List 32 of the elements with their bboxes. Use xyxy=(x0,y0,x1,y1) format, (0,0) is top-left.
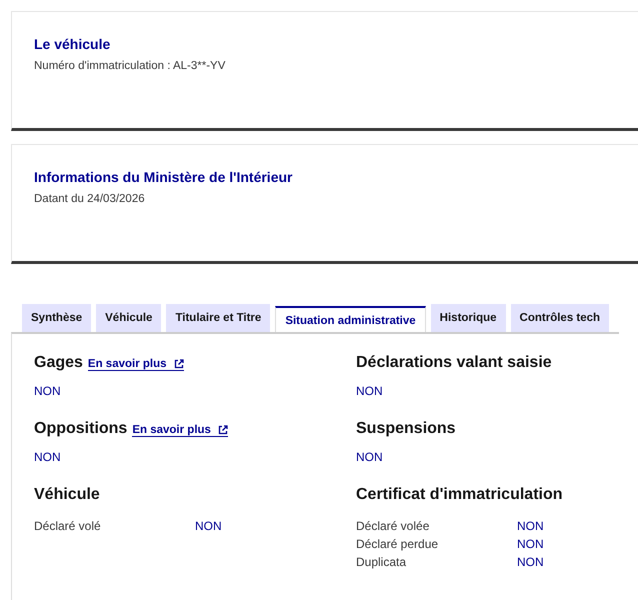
section-title: Oppositions xyxy=(34,420,128,438)
row-label: Déclaré volée xyxy=(356,519,430,533)
card-text: Numéro d'immatriculation : AL-3**-YV xyxy=(34,60,226,72)
status-value: NON xyxy=(34,450,62,464)
status-value: NON xyxy=(356,450,384,464)
section-title: Véhicule xyxy=(34,486,100,504)
row-label: Duplicata xyxy=(356,555,408,569)
row-label: Déclaré volé xyxy=(34,519,102,533)
status-value: NON xyxy=(356,384,384,398)
external-link-icon xyxy=(218,425,228,435)
status-value: NON xyxy=(195,519,223,533)
card-title: Informations du Ministère de l'Intérieur xyxy=(34,169,294,185)
tab[interactable]: Situation administrative xyxy=(275,306,426,332)
section-title: Déclarations valant saisie xyxy=(356,354,552,372)
status-value: NON xyxy=(34,384,62,398)
status-value: NON xyxy=(517,555,545,569)
tab[interactable]: Contrôles tech xyxy=(510,304,610,332)
learn-more-link[interactable]: En savoir plus xyxy=(88,358,184,371)
tab[interactable]: Véhicule xyxy=(96,304,162,332)
section-title: Certificat d'immatriculation xyxy=(356,486,563,504)
section-title: Suspensions xyxy=(356,420,456,438)
tab[interactable]: Titulaire et Titre xyxy=(166,304,270,332)
row-label: Déclaré perdue xyxy=(356,537,440,551)
card-text: Datant du 24/03/2026 xyxy=(34,193,146,205)
status-value: NON xyxy=(517,537,545,551)
external-link-icon xyxy=(174,359,184,369)
status-value: NON xyxy=(517,519,545,533)
learn-more-link[interactable]: En savoir plus xyxy=(132,424,228,437)
card-title: Le véhicule xyxy=(34,36,112,52)
tab[interactable]: Historique xyxy=(430,304,506,332)
section-title: Gages xyxy=(34,354,83,372)
tab[interactable]: Synthèse xyxy=(22,304,92,332)
